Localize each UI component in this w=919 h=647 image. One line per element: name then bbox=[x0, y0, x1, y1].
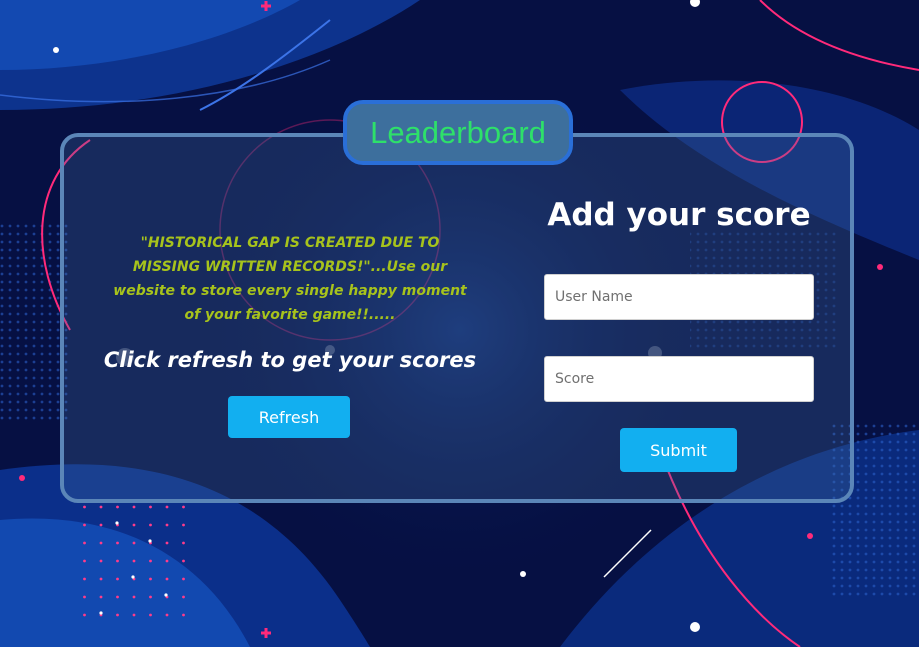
score-input[interactable] bbox=[544, 356, 814, 402]
leaderboard-title: Leaderboard bbox=[370, 114, 546, 150]
quote-text: "HISTORICAL GAP IS CREATED DUE TO MISSIN… bbox=[113, 235, 467, 323]
refresh-button[interactable]: Refresh bbox=[228, 396, 350, 438]
leaderboard-title-tab: Leaderboard bbox=[343, 100, 573, 165]
add-score-title: Add your score bbox=[547, 197, 811, 233]
refresh-message: Click refresh to get your scores bbox=[103, 348, 477, 372]
submit-button[interactable]: Submit bbox=[620, 428, 737, 472]
user-name-input[interactable] bbox=[544, 274, 814, 320]
